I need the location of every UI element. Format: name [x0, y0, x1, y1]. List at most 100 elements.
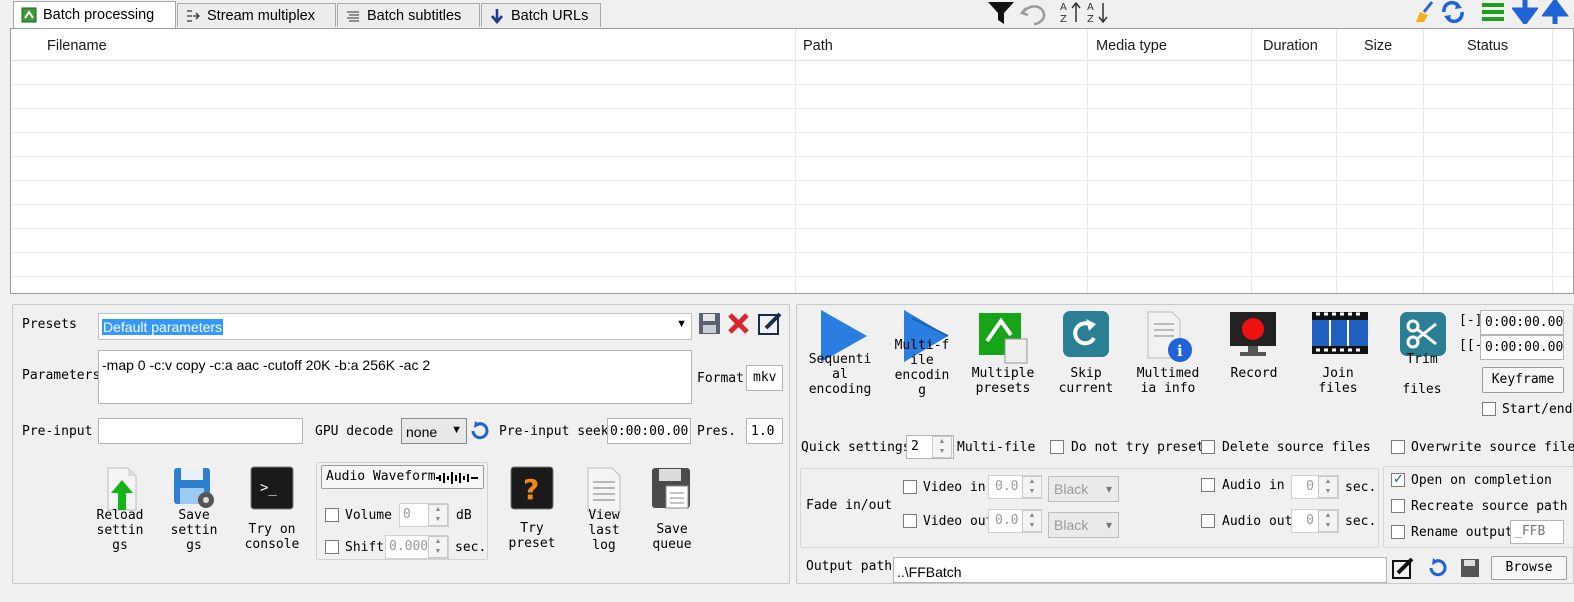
reload-settings-button[interactable]: Reload settin gs: [90, 466, 150, 558]
trim-files-button[interactable]: Trim files: [1392, 308, 1452, 400]
row-divider: [11, 156, 1573, 157]
skip-current-button[interactable]: Skip current: [1054, 308, 1118, 400]
fade-label: Fade in/out: [806, 498, 893, 513]
try-preset-button[interactable]: ? Try preset: [502, 466, 562, 558]
audio-in-checkbox[interactable]: [1201, 478, 1215, 492]
save-preset-icon[interactable]: [698, 312, 722, 336]
svg-text:>_: >_: [260, 480, 277, 496]
refresh-icon[interactable]: [1440, 0, 1466, 24]
column-header-filename[interactable]: Filename: [47, 29, 107, 61]
tab-batch-urls[interactable]: Batch URLs: [481, 3, 601, 27]
parameters-textarea[interactable]: -map 0 -c:v copy -c:a aac -cutoff 20K -b…: [98, 350, 692, 404]
audio-out-checkbox[interactable]: [1201, 514, 1215, 528]
delete-preset-icon[interactable]: [727, 312, 751, 336]
svg-text:A: A: [1087, 2, 1094, 13]
tab-batch-processing[interactable]: Batch processing: [13, 1, 176, 28]
video-out-color-select[interactable]: Black: [1048, 512, 1119, 538]
pres-label: Pres. v: [697, 424, 745, 439]
recreate-source-path-checkbox[interactable]: [1391, 499, 1405, 513]
audio-in-stepper[interactable]: ▲ ▼: [1318, 476, 1338, 498]
output-path-field[interactable]: ..\FFBatch: [893, 557, 1387, 583]
rename-suffix-field[interactable]: _FFB: [1510, 520, 1564, 544]
media-info-label: Multimed ia info: [1136, 366, 1200, 396]
undo-icon[interactable]: [1020, 0, 1048, 26]
reload-file-icon: [107, 467, 137, 511]
audio-waveform-button[interactable]: Audio Waveform: [321, 465, 484, 489]
volume-label: Volume: [345, 508, 392, 523]
multiple-presets-button[interactable]: Multiple presets: [968, 308, 1038, 400]
format-field[interactable]: mkv: [746, 365, 783, 391]
do-not-try-preset-checkbox[interactable]: [1050, 440, 1064, 454]
edit-preset-icon[interactable]: [758, 312, 784, 336]
column-header-size[interactable]: Size: [1364, 29, 1392, 61]
sort-az-icon[interactable]: AZ: [1060, 0, 1084, 26]
video-out-checkbox[interactable]: [903, 514, 917, 528]
trim-start-field[interactable]: 0:00:00.00: [1480, 310, 1564, 335]
skip-icon: [1063, 311, 1109, 357]
shift-stepper[interactable]: ▲ ▼: [428, 536, 448, 558]
overwrite-source-checkbox[interactable]: [1391, 440, 1405, 454]
file-list-table[interactable]: Filename Path Media type Duration Size S…: [10, 28, 1574, 294]
list-icon[interactable]: [1480, 0, 1506, 24]
console-icon: >_: [250, 466, 294, 510]
reset-path-icon[interactable]: [1428, 558, 1448, 578]
shift-checkbox[interactable]: [325, 540, 339, 554]
tab-stream-multiplex[interactable]: Stream multiplex: [177, 3, 336, 27]
move-up-icon[interactable]: [1542, 0, 1574, 24]
video-out-stepper[interactable]: ▲ ▼: [1022, 510, 1042, 532]
video-in-checkbox[interactable]: [903, 480, 917, 494]
sort-za-icon[interactable]: AZ: [1087, 0, 1111, 26]
audio-out-stepper[interactable]: ▲ ▼: [1318, 510, 1338, 532]
volume-stepper[interactable]: ▲ ▼: [428, 504, 448, 526]
trim-end-field[interactable]: 0:00:00.00: [1480, 335, 1564, 360]
waveform-icon: [436, 472, 478, 484]
join-files-button[interactable]: Join files: [1306, 308, 1370, 400]
save-queue-label: Save queue: [652, 522, 692, 552]
pres-field[interactable]: 1.0: [746, 418, 783, 444]
video-in-color-select[interactable]: Black: [1048, 476, 1119, 502]
pre-input-label: Pre-input: [22, 424, 93, 439]
filter-icon[interactable]: [986, 0, 1018, 26]
pre-input-field[interactable]: [98, 418, 303, 444]
column-header-status[interactable]: Status: [1467, 29, 1508, 61]
shift-label: Shift: [345, 540, 385, 555]
column-header-media-type[interactable]: Media type: [1096, 29, 1167, 61]
view-last-log-button[interactable]: View last log: [574, 466, 634, 558]
save-path-icon[interactable]: [1460, 558, 1480, 578]
column-header-path[interactable]: Path: [803, 29, 833, 61]
column-header-duration[interactable]: Duration: [1263, 29, 1318, 61]
tab-batch-subtitles[interactable]: Batch subtitles: [337, 3, 480, 27]
record-button[interactable]: Record: [1222, 308, 1286, 400]
video-in-stepper[interactable]: ▲ ▼: [1022, 476, 1042, 498]
save-settings-label: Save settin gs: [170, 508, 218, 553]
svg-text:Z: Z: [1087, 14, 1094, 25]
rename-output-checkbox[interactable]: [1391, 525, 1405, 539]
open-on-completion-checkbox[interactable]: [1391, 471, 1405, 487]
pre-input-seek-label: Pre-input seeki: [499, 424, 607, 439]
edit-path-icon[interactable]: [1392, 558, 1414, 580]
browse-button[interactable]: Browse: [1491, 556, 1567, 580]
sequential-encoding-button[interactable]: Sequenti al encoding: [805, 308, 875, 400]
quick-settings-stepper[interactable]: ▲ ▼: [932, 436, 952, 458]
save-settings-button[interactable]: Save settin gs: [164, 466, 224, 558]
video-out-label: Video out: [923, 514, 994, 529]
volume-checkbox[interactable]: [325, 508, 339, 522]
column-divider: [1251, 29, 1252, 293]
presets-dropdown[interactable]: Default parameters ▼: [98, 313, 692, 340]
refresh-gpu-icon[interactable]: [470, 421, 490, 441]
video-in-label: Video in: [923, 480, 986, 495]
gpu-decode-select[interactable]: none ▼: [401, 418, 467, 444]
start-end-label: Start/end: [1502, 402, 1573, 417]
delete-source-checkbox[interactable]: [1201, 440, 1215, 454]
skip-current-label: Skip current: [1058, 366, 1114, 396]
trim-files-label: Trim files: [1402, 352, 1442, 397]
broom-icon[interactable]: [1412, 0, 1438, 24]
keyframe-button[interactable]: Keyframe: [1482, 367, 1564, 393]
try-on-console-button[interactable]: >_ Try on console: [240, 466, 304, 558]
multi-file-encoding-button[interactable]: Multi-f ile encodin g: [890, 308, 954, 400]
pre-input-seek-field[interactable]: 0:00:00.00: [607, 418, 691, 444]
media-info-button[interactable]: i Multimed ia info: [1132, 308, 1204, 400]
save-queue-button[interactable]: Save queue: [642, 466, 702, 558]
start-end-checkbox[interactable]: [1482, 402, 1496, 416]
move-down-icon[interactable]: [1512, 0, 1538, 24]
